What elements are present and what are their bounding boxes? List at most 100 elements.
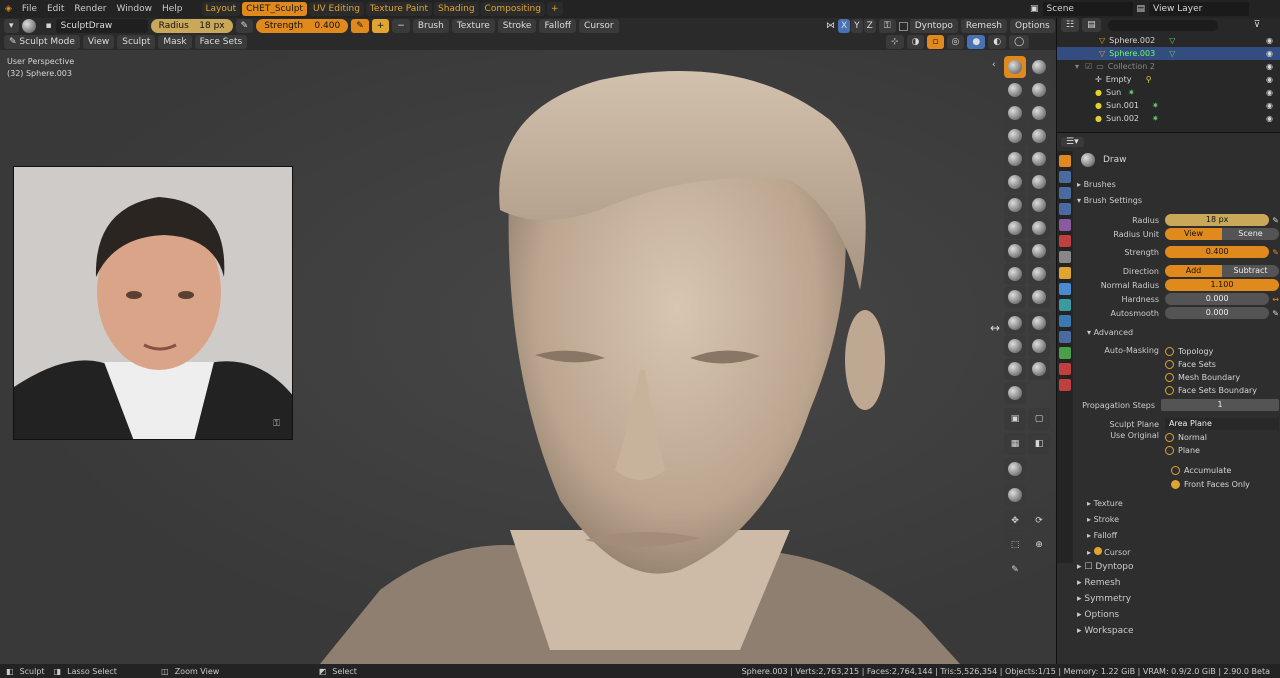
visibility-eye-icon[interactable]: ◉ <box>1266 49 1273 58</box>
hardness-field[interactable]: 0.000 <box>1165 293 1270 305</box>
mask-tool[interactable] <box>1004 358 1026 380</box>
render-tab[interactable] <box>1059 171 1071 183</box>
propagation-steps-field[interactable]: 1 <box>1161 399 1279 411</box>
tab-layout[interactable]: Layout <box>201 2 241 16</box>
simplify-tool[interactable] <box>1028 335 1050 357</box>
pressure-icon[interactable]: ✎ <box>1272 309 1279 318</box>
radius-unit-view-button[interactable]: View <box>1165 228 1222 240</box>
add-workspace-button[interactable]: + <box>546 2 563 16</box>
thumb-tool[interactable] <box>1004 263 1026 285</box>
grab-tool[interactable] <box>1028 217 1050 239</box>
outliner-editor-type[interactable]: ☷ <box>1061 18 1080 32</box>
autosmooth-field[interactable]: 0.000 <box>1165 307 1270 319</box>
outliner-item-sun-001[interactable]: ● Sun.001 ✷ ◉ <box>1057 99 1280 112</box>
outliner-item-sun-002[interactable]: ● Sun.002 ✷ ◉ <box>1057 112 1280 125</box>
brush-settings-panel-header[interactable]: ▾ Brush Settings <box>1077 196 1142 205</box>
flatten-tool[interactable] <box>1004 171 1026 193</box>
dyntopo-panel-header[interactable]: ▸ ☐ Dyntopo <box>1077 562 1134 572</box>
object-tab[interactable] <box>1059 267 1071 279</box>
constraints-tab[interactable] <box>1059 331 1071 343</box>
tab-shading[interactable]: Shading <box>433 2 479 16</box>
hardness-invert-icon[interactable]: ↔ <box>1272 295 1279 304</box>
boundary-tool[interactable] <box>1028 312 1050 334</box>
tool-tab[interactable] <box>1059 155 1071 167</box>
rotate-tool[interactable] <box>1028 286 1050 308</box>
pressure-icon[interactable]: ✎ <box>1272 248 1279 257</box>
paint-tool[interactable] <box>1004 382 1026 404</box>
scrape-tool[interactable] <box>1004 194 1026 216</box>
editor-type-button[interactable]: ▾ <box>4 19 19 33</box>
mesh-boundary-checkbox[interactable]: Mesh Boundary <box>1165 371 1257 384</box>
visibility-eye-icon[interactable]: ◉ <box>1266 36 1273 45</box>
outliner-item-sphere-002[interactable]: ▽ Sphere.002 ▽ ◉ <box>1057 34 1280 47</box>
menu-render[interactable]: Render <box>69 0 111 18</box>
use-original-plane-checkbox[interactable]: Plane <box>1165 444 1207 457</box>
draw-brush-tool[interactable] <box>1004 56 1026 78</box>
brush-thumbnail-icon[interactable] <box>1081 153 1095 167</box>
stroke-subpanel-header[interactable]: ▸ Stroke <box>1087 515 1119 524</box>
menu-help[interactable]: Help <box>157 0 188 18</box>
nudge-tool[interactable] <box>1004 286 1026 308</box>
workspace-panel-header[interactable]: ▸ Workspace <box>1077 626 1134 636</box>
blob-tool[interactable] <box>1028 125 1050 147</box>
view-layer-selector[interactable]: View Layer <box>1149 2 1250 16</box>
view-layer-tab[interactable] <box>1059 203 1071 215</box>
clay-tool[interactable] <box>1004 79 1026 101</box>
modifier-tab[interactable] <box>1059 283 1071 295</box>
box-mask-tool[interactable]: ▣ <box>1004 408 1026 430</box>
radius-field[interactable]: Radius 18 px <box>150 19 233 33</box>
fill-tool[interactable] <box>1028 171 1050 193</box>
collapse-toolbar-icon[interactable]: ‹ <box>992 60 996 70</box>
brush-preview-icon[interactable] <box>21 19 36 33</box>
options-panel-header[interactable]: ▸ Options <box>1077 610 1119 620</box>
elastic-deform-tool[interactable] <box>1004 240 1026 262</box>
cursor-subpanel-header[interactable]: ▸ Cursor <box>1087 547 1130 557</box>
pinch-tool[interactable] <box>1004 217 1026 239</box>
menu-file[interactable]: File <box>17 0 42 18</box>
direction-subtract-button[interactable]: Subtract <box>1222 265 1279 277</box>
texture-tab[interactable] <box>1059 379 1071 391</box>
radius-unit-scene-button[interactable]: Scene <box>1222 228 1279 240</box>
scene-selector[interactable]: Scene <box>1042 2 1133 16</box>
transform-tool[interactable]: ⊕ <box>1028 534 1050 556</box>
cloth-tool[interactable] <box>1004 335 1026 357</box>
radius-pressure-icon[interactable]: ✎ <box>235 19 254 33</box>
line-project-tool[interactable] <box>1004 458 1026 480</box>
world-tab[interactable] <box>1059 235 1071 247</box>
face-sets-boundary-checkbox[interactable]: Face Sets Boundary <box>1165 384 1257 397</box>
inflate-tool[interactable] <box>1004 125 1026 147</box>
tab-compositing[interactable]: Compositing <box>480 2 545 16</box>
reference-image[interactable]: ⚿ <box>13 166 293 440</box>
tab-texture-paint[interactable]: Texture Paint <box>365 2 432 16</box>
clay-strips-tool[interactable] <box>1028 79 1050 101</box>
symmetry-panel-header[interactable]: ▸ Symmetry <box>1077 594 1131 604</box>
sculpt-menu[interactable]: Sculpt <box>117 35 156 49</box>
remesh-panel-header[interactable]: ▸ Remesh <box>1077 578 1120 588</box>
front-faces-only-row[interactable]: Front Faces Only <box>1075 477 1279 491</box>
rendered-shading-icon[interactable]: ◯ <box>1009 35 1030 49</box>
strength-value-field[interactable]: 0.400 <box>1165 246 1270 258</box>
outliner-item-sphere-003[interactable]: ▽ Sphere.003 ▽ ◉ <box>1057 47 1280 60</box>
pressure-icon[interactable]: ✎ <box>1272 216 1279 225</box>
outliner-item-collection-2[interactable]: ▾ ☑ ▭ Collection 2 ◉ <box>1057 60 1280 73</box>
checkbox-icon[interactable]: ☑ <box>1085 62 1092 71</box>
pose-tool[interactable] <box>1028 263 1050 285</box>
view-menu[interactable]: View <box>82 35 115 49</box>
scene-tab[interactable] <box>1059 219 1071 231</box>
direction-add-button[interactable]: Add <box>1165 265 1222 277</box>
properties-editor-type[interactable]: ☰▾ <box>1061 137 1084 147</box>
layer-tool[interactable] <box>1028 102 1050 124</box>
draw-sharp-tool[interactable] <box>1028 56 1050 78</box>
solid-shading-icon[interactable]: ● <box>967 35 986 49</box>
collection-tab[interactable] <box>1059 251 1071 263</box>
visibility-eye-icon[interactable]: ◉ <box>1266 62 1273 71</box>
menu-edit[interactable]: Edit <box>42 0 69 18</box>
annotate-tool[interactable]: ✎ <box>1004 559 1026 581</box>
scale-tool[interactable]: ⬚ <box>1004 534 1026 556</box>
topology-checkbox[interactable]: Topology <box>1165 345 1257 358</box>
accumulate-row[interactable]: Accumulate <box>1075 463 1279 477</box>
clay-thumb-tool[interactable] <box>1004 102 1026 124</box>
smooth-tool[interactable] <box>1028 148 1050 170</box>
brush-selector[interactable]: SculptDraw <box>55 19 148 33</box>
multiplane-scrape-tool[interactable] <box>1028 194 1050 216</box>
